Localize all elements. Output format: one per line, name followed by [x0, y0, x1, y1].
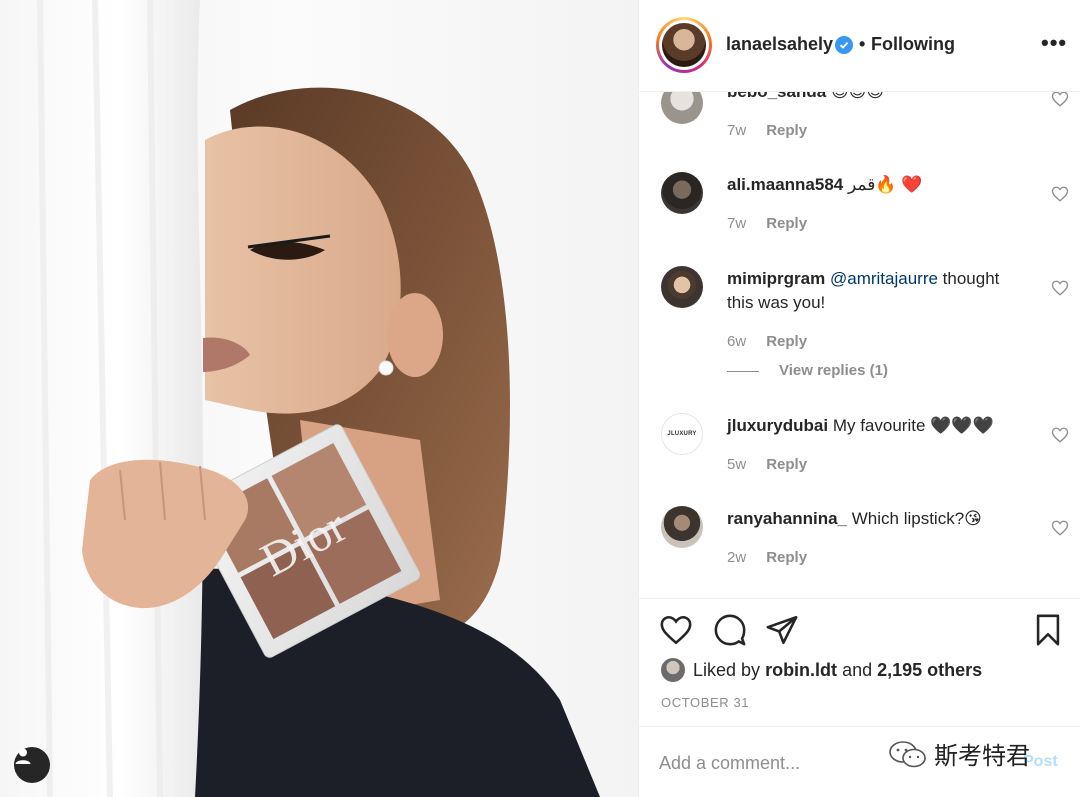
comment-age: 5w: [727, 456, 747, 473]
commenter-username[interactable]: mimiprgram: [727, 269, 825, 288]
comment-content: My favourite 🖤🖤🖤: [832, 416, 994, 435]
like-comment-heart-icon[interactable]: [1051, 519, 1069, 537]
comment-text: ranyahannina_ Which lipstick?😘: [727, 507, 1027, 531]
save-bookmark-icon[interactable]: [1031, 613, 1065, 647]
post-date: OCTOBER 31: [661, 695, 750, 710]
comment-age: 7w: [727, 122, 747, 139]
reply-button[interactable]: Reply: [766, 456, 807, 473]
commenter-username[interactable]: ranyahannina_: [727, 509, 847, 528]
replies-divider: [727, 370, 759, 372]
commenter-avatar[interactable]: [661, 172, 703, 214]
commenter-avatar[interactable]: [661, 92, 703, 124]
comment-meta: 7w Reply: [727, 122, 807, 139]
liker-username[interactable]: robin.ldt: [765, 660, 837, 681]
comments-list[interactable]: bebo_sanda 😊😊😊 7w Reply ali.maanna584 قمر…: [639, 92, 1080, 598]
likes-summary: Liked by robin.ldt and 2,195 others: [661, 657, 982, 683]
comment-meta: 5w Reply: [727, 456, 807, 473]
comment-text: ali.maanna584 قمر🔥 ❤️: [727, 173, 1027, 197]
comment-age: 6w: [727, 333, 747, 350]
header-separator: •: [859, 34, 866, 54]
like-comment-heart-icon[interactable]: [1051, 185, 1069, 203]
reply-button[interactable]: Reply: [766, 215, 807, 232]
like-heart-icon[interactable]: [659, 613, 693, 647]
photo-illustration: Dior: [0, 0, 600, 797]
reply-button[interactable]: Reply: [766, 122, 807, 139]
commenter-avatar-logo-text: JLUXURY: [667, 431, 697, 437]
commenter-avatar[interactable]: JLUXURY: [661, 413, 703, 455]
comment-content: Which lipstick?😘: [851, 509, 982, 528]
post-panel: lanaelsahely • Following ••• bebo_sanda …: [638, 0, 1080, 797]
commenter-username[interactable]: bebo_sanda: [727, 92, 826, 101]
likes-prefix: Liked by: [693, 659, 761, 680]
comment-text: jluxurydubai My favourite 🖤🖤🖤: [727, 414, 1027, 438]
comment-age: 7w: [727, 215, 747, 232]
commenter-avatar[interactable]: [661, 506, 703, 548]
like-comment-heart-icon[interactable]: [1051, 279, 1069, 297]
commenter-username[interactable]: ali.maanna584: [727, 175, 843, 194]
comment-content: 😊😊😊: [831, 92, 884, 101]
comment-age: 2w: [727, 549, 747, 566]
reply-button[interactable]: Reply: [766, 549, 807, 566]
comment-content: قمر🔥 ❤️: [847, 175, 923, 194]
post-photo: Dior: [0, 0, 638, 797]
view-replies-button[interactable]: View replies (1): [727, 362, 888, 379]
comment-meta: 2w Reply: [727, 549, 807, 566]
share-send-icon[interactable]: [765, 613, 799, 647]
liker-avatar[interactable]: [661, 658, 685, 682]
tagged-users-button[interactable]: [14, 747, 50, 783]
post-header: lanaelsahely • Following •••: [639, 0, 1080, 92]
commenter-username[interactable]: jluxurydubai: [727, 416, 828, 435]
commenter-avatar[interactable]: [661, 266, 703, 308]
like-comment-heart-icon[interactable]: [1051, 92, 1069, 108]
like-comment-heart-icon[interactable]: [1051, 426, 1069, 444]
watermark: 斯考特君: [888, 736, 1030, 771]
reply-button[interactable]: Reply: [766, 333, 807, 350]
comment-mention-link[interactable]: @amritajaurre: [830, 269, 938, 288]
watermark-text: 斯考特君: [934, 743, 1030, 770]
comment-meta: 6w Reply: [727, 333, 807, 350]
verified-badge-icon: [835, 36, 853, 54]
author-avatar[interactable]: [656, 17, 712, 73]
user-icon: [15, 748, 31, 764]
comment-text: mimiprgram @amritajaurre thought this wa…: [727, 267, 1027, 315]
author-username[interactable]: lanaelsahely: [726, 34, 833, 55]
likes-others-link[interactable]: 2,195 others: [877, 660, 982, 681]
comment-meta: 7w Reply: [727, 215, 807, 232]
comment-text: bebo_sanda 😊😊😊: [727, 92, 1027, 104]
post-actions: Liked by robin.ldt and 2,195 others OCTO…: [639, 598, 1080, 726]
view-replies-label: View replies (1): [779, 362, 888, 379]
following-button[interactable]: Following: [871, 34, 955, 55]
comment-bubble-icon[interactable]: [713, 613, 747, 647]
likes-middle: and: [842, 659, 873, 680]
more-options-icon[interactable]: •••: [1041, 30, 1067, 56]
wechat-icon: [889, 740, 926, 767]
